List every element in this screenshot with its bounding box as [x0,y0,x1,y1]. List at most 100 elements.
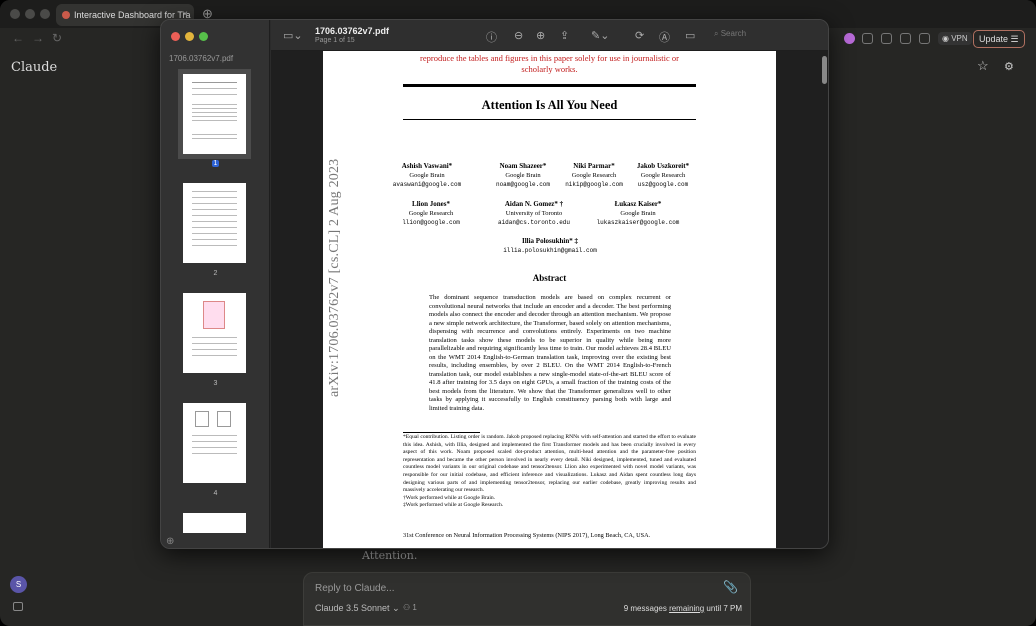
permission-notice-line-1: reproduce the tables and figures in this… [420,53,679,63]
info-icon[interactable]: ⓘ [486,29,497,45]
menu-icon: ☰ [1010,34,1019,44]
author-org: Google Brain [620,210,656,217]
people-icon: ⚇ [403,603,411,612]
zoom-in-icon[interactable]: ⊕ [536,29,545,42]
sidebar-filename: 1706.03762v7.pdf [169,54,234,63]
footnote-block: *Equal contribution. Listing order is ra… [403,434,696,510]
search-icon: ⌕ [714,29,719,38]
people-count[interactable]: ⚇ 1 [403,603,417,612]
author-email: usz@google.com [637,181,689,188]
markup-pen-icon[interactable]: ✎⌄ [591,29,609,42]
author-name: Illia Polosukhin* ‡ [521,237,579,245]
page-info: Page 1 of 15 [315,37,355,44]
reply-input[interactable]: Reply to Claude... [315,583,395,594]
sidebar-toggle-icon[interactable] [900,33,911,44]
abstract-heading: Abstract [532,273,567,283]
vertical-scrollbar[interactable] [822,56,827,84]
search-placeholder: Search [720,29,747,38]
forward-arrow-icon[interactable]: → [32,31,44,45]
pdf-viewer-window: 1706.03762v7.pdf 1 2 3 4 ⊕ ▭⌄ 1706.03762… [160,19,829,549]
update-button[interactable]: Update ☰ [973,30,1025,48]
sidebar-panel-icon[interactable] [13,602,23,611]
footnote-rule [403,432,480,433]
tab-favicon-icon [62,11,70,19]
author-block: Llion Jones* Google Research llion@googl… [371,200,491,227]
thumbnail-label-2: 2 [213,270,218,277]
claude-app-title[interactable]: Claude [11,60,57,75]
rotate-icon[interactable]: ⟳ [635,29,644,42]
avatar[interactable]: S [10,576,27,593]
thumbnail-label-4: 4 [213,490,218,497]
vpn-label: VPN [951,34,968,43]
window-close-dot[interactable] [10,9,20,19]
window-zoom-dot[interactable] [40,9,50,19]
author-name: Llion Jones* [412,200,450,208]
settings-sliders-icon[interactable]: ⚙ [1004,60,1014,73]
messages-suffix: until 7 PM [704,604,742,613]
vpn-button[interactable]: ◉ VPN [938,32,972,45]
page-thumbnail-3[interactable] [183,293,246,373]
author-name: Aidan N. Gomez* † [504,200,564,208]
reply-input-box[interactable]: Reply to Claude... 📎 Claude 3.5 Sonnet ⌄… [303,572,751,626]
chevron-down-icon: ⌄ [392,603,400,613]
document-canvas[interactable]: reproduce the tables and figures in this… [271,51,828,548]
page-thumbnail-5-partial[interactable] [183,513,246,533]
reload-icon[interactable]: ↻ [52,31,62,45]
back-arrow-icon[interactable]: ← [12,31,24,45]
footnote-contribution: *Equal contribution. Listing order is ra… [403,434,696,494]
author-block: Illia Polosukhin* ‡ illia.polosukhin@gma… [490,237,610,255]
author-org: Google Research [408,210,454,217]
author-block: Łukasz Kaiser* Google Brain lukaszkaiser… [578,200,698,227]
pdf-page-1: reproduce the tables and figures in this… [323,51,776,548]
author-email: lukaszkaiser@google.com [596,219,680,226]
window-minimize-dot[interactable] [25,9,35,19]
highlight-icon[interactable]: Ⓐ [659,29,670,45]
thumbnail-label-1: 1 [161,160,270,167]
conference-note: 31st Conference on Neural Information Pr… [403,532,651,539]
viewer-minimize-button[interactable] [185,32,194,41]
page-thumbnail-1[interactable] [178,69,251,159]
document-title: 1706.03762v7.pdf [315,26,390,36]
sidebar-toggle-icon[interactable]: ▭⌄ [283,29,303,42]
search-field[interactable]: ⌕ Search [714,29,746,39]
author-org: University of Toronto [505,210,563,217]
author-org: Google Research [640,172,686,179]
viewer-close-button[interactable] [171,32,180,41]
paperclip-icon[interactable]: 📎 [723,580,738,594]
messages-remaining: 9 messages remaining until 7 PM [624,604,742,613]
author-email: illia.polosukhin@gmail.com [503,247,597,254]
extension-puzzle-icon[interactable] [862,33,873,44]
form-fill-icon[interactable]: ▭ [685,29,695,42]
model-label: Claude 3.5 Sonnet [315,603,390,613]
abstract-text: The dominant sequence transduction model… [429,294,671,412]
viewer-toolbar: ▭⌄ 1706.03762v7.pdf Page 1 of 15 ⓘ ⊖ ⊕ ⇪… [271,20,828,51]
title-bottom-rule [403,119,696,120]
footnote-double-dagger: ‡Work performed while at Google Research… [403,502,504,509]
author-name: Łukasz Kaiser* [614,200,662,208]
author-email: llion@google.com [402,219,460,226]
share-icon[interactable]: ⇪ [560,29,569,42]
zoom-out-icon[interactable]: ⊖ [514,29,523,42]
wallet-icon[interactable] [919,33,930,44]
thumbnail-sidebar: 1706.03762v7.pdf 1 2 3 4 ⊕ [161,20,270,548]
title-top-rule [403,84,696,87]
viewer-zoom-button[interactable] [199,32,208,41]
permission-notice-line-2: scholarly works. [521,64,578,74]
thumbnail-label-3: 3 [213,380,218,387]
add-page-icon[interactable]: ⊕ [166,536,174,547]
author-block: Jakob Uszkoreit* Google Research usz@goo… [603,162,723,189]
remaining-link[interactable]: remaining [669,604,704,613]
page-thumbnail-2[interactable] [183,183,246,263]
author-name: Jakob Uszkoreit* [636,162,690,170]
model-selector[interactable]: Claude 3.5 Sonnet ⌄ [315,603,400,614]
author-email: aidan@cs.toronto.edu [497,219,570,226]
thumbnail-label-1-text: 1 [211,160,220,167]
star-icon[interactable]: ☆ [977,58,989,74]
background-chat-text: Attention. [362,549,418,562]
people-count-value: 1 [412,603,417,612]
extension-box-icon[interactable] [881,33,892,44]
author-block: Aidan N. Gomez* † University of Toronto … [474,200,594,227]
page-thumbnail-4[interactable] [183,403,246,483]
extension-profile-icon[interactable] [844,33,855,44]
messages-prefix: 9 messages [623,604,670,613]
